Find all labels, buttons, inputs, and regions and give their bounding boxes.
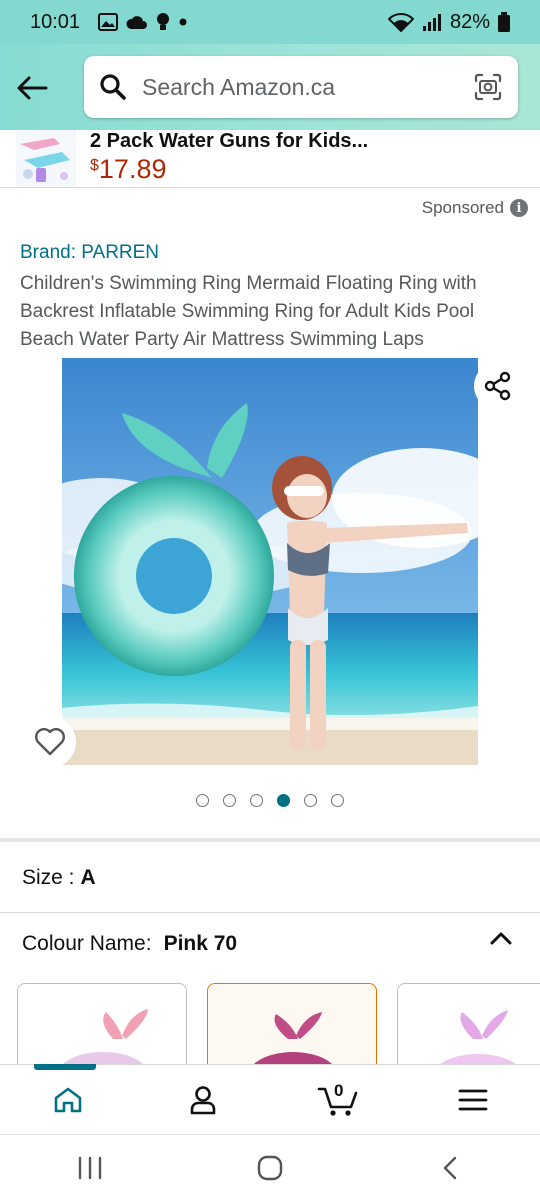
- size-label: Size :: [22, 866, 75, 889]
- section-divider: [0, 838, 540, 842]
- image-carousel-dots: [0, 794, 540, 807]
- carousel-dot[interactable]: [196, 794, 209, 807]
- back-arrow-icon: [17, 76, 48, 100]
- battery-icon: [498, 12, 510, 32]
- nav-account[interactable]: [135, 1065, 270, 1134]
- collapse-colour-button[interactable]: [488, 928, 514, 948]
- carousel-dot[interactable]: [250, 794, 263, 807]
- system-navigation: [0, 1134, 540, 1200]
- sponsored-label[interactable]: Sponsored i: [422, 198, 528, 218]
- system-back-button[interactable]: [360, 1135, 540, 1200]
- system-recents-button[interactable]: [0, 1135, 180, 1200]
- share-icon: [484, 371, 511, 401]
- nav-menu[interactable]: [405, 1065, 540, 1134]
- colour-label: Colour Name:: [22, 932, 152, 955]
- status-time: 10:01: [30, 10, 81, 33]
- system-home-button[interactable]: [180, 1135, 360, 1200]
- status-bar: 10:01 82%: [0, 0, 540, 44]
- home-icon: [54, 1087, 81, 1112]
- search-bar[interactable]: [84, 56, 518, 118]
- size-selector: Size :A: [22, 866, 96, 890]
- back-icon: [443, 1156, 457, 1179]
- brand-link[interactable]: Brand: PARREN: [20, 242, 159, 264]
- cart-count-badge: 0: [334, 1081, 344, 1100]
- bulb-icon: [157, 13, 170, 30]
- carousel-dot-active[interactable]: [277, 794, 290, 807]
- search-input[interactable]: [142, 73, 472, 101]
- banner-product-title[interactable]: 2 Pack Water Guns for Kids...: [90, 130, 368, 153]
- product-title: Children's Swimming Ring Mermaid Floatin…: [20, 273, 477, 350]
- product-image[interactable]: [62, 358, 478, 765]
- back-button[interactable]: [12, 68, 52, 108]
- sponsored-text: Sponsored: [421, 198, 504, 217]
- heart-icon: [35, 728, 65, 756]
- nav-active-indicator: [34, 1064, 96, 1070]
- nav-home[interactable]: [0, 1065, 135, 1134]
- account-icon: [190, 1085, 215, 1114]
- carousel-dot[interactable]: [223, 794, 236, 807]
- app-header: [0, 44, 540, 130]
- dot-icon: [179, 18, 187, 26]
- wishlist-button[interactable]: [24, 716, 76, 768]
- carousel-dot[interactable]: [304, 794, 317, 807]
- chevron-up-icon: [490, 932, 512, 945]
- price-currency: $: [90, 157, 99, 174]
- info-icon[interactable]: i: [510, 199, 528, 217]
- wifi-icon: [387, 13, 414, 32]
- search-icon[interactable]: [98, 72, 128, 102]
- camera-icon[interactable]: [472, 71, 504, 103]
- size-value: A: [80, 866, 96, 889]
- banner-product-image[interactable]: [14, 130, 78, 186]
- carousel-dot[interactable]: [331, 794, 344, 807]
- colour-selector[interactable]: Colour Name: Pink 70: [22, 932, 237, 956]
- row-divider: [0, 912, 540, 913]
- colour-value: Pink 70: [163, 932, 238, 955]
- cloud-icon: [126, 16, 148, 29]
- gallery-icon: [98, 13, 119, 31]
- sponsored-product-banner[interactable]: 2 Pack Water Guns for Kids... $17.89: [0, 130, 540, 188]
- share-button[interactable]: [474, 362, 522, 410]
- menu-icon: [458, 1089, 487, 1110]
- home-button-icon: [257, 1155, 283, 1180]
- recents-icon: [78, 1156, 102, 1179]
- battery-percent: 82%: [449, 10, 490, 33]
- nav-cart[interactable]: 0: [270, 1065, 405, 1134]
- price-value: 17.89: [98, 154, 167, 184]
- banner-product-price: $17.89: [90, 154, 166, 185]
- bottom-navigation: 0: [0, 1064, 540, 1134]
- signal-icon: [422, 14, 441, 31]
